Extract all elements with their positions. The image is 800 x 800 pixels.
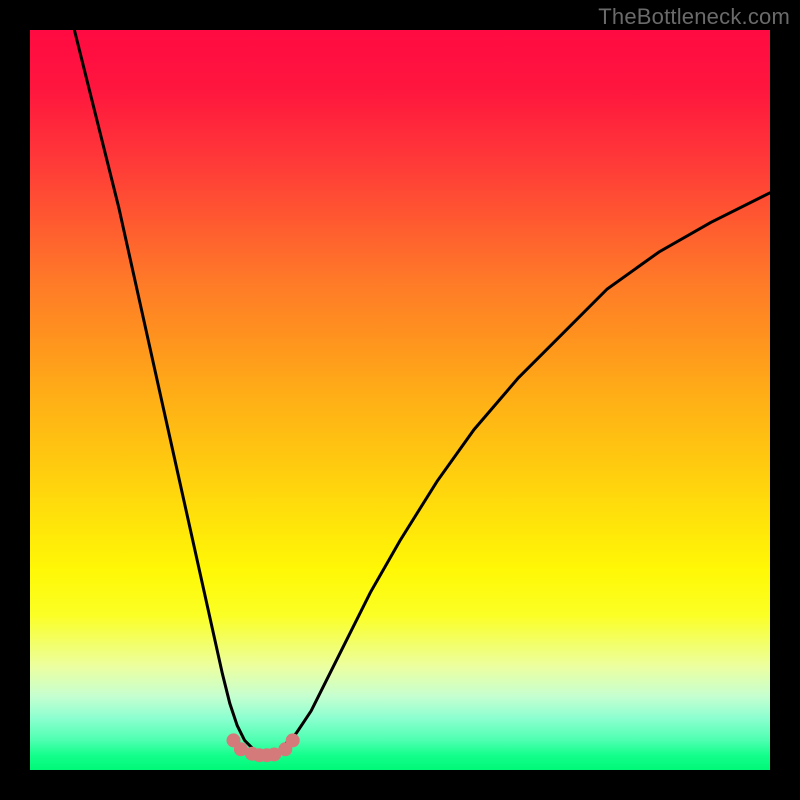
watermark-text: TheBottleneck.com	[598, 4, 790, 30]
marker-dot	[286, 733, 300, 747]
plot-area	[30, 30, 770, 770]
chart-overlay	[30, 30, 770, 770]
bottom-marker-dots	[227, 733, 300, 762]
curve-right-branch	[282, 193, 770, 748]
curve-left-branch	[74, 30, 252, 748]
chart-frame: TheBottleneck.com	[0, 0, 800, 800]
